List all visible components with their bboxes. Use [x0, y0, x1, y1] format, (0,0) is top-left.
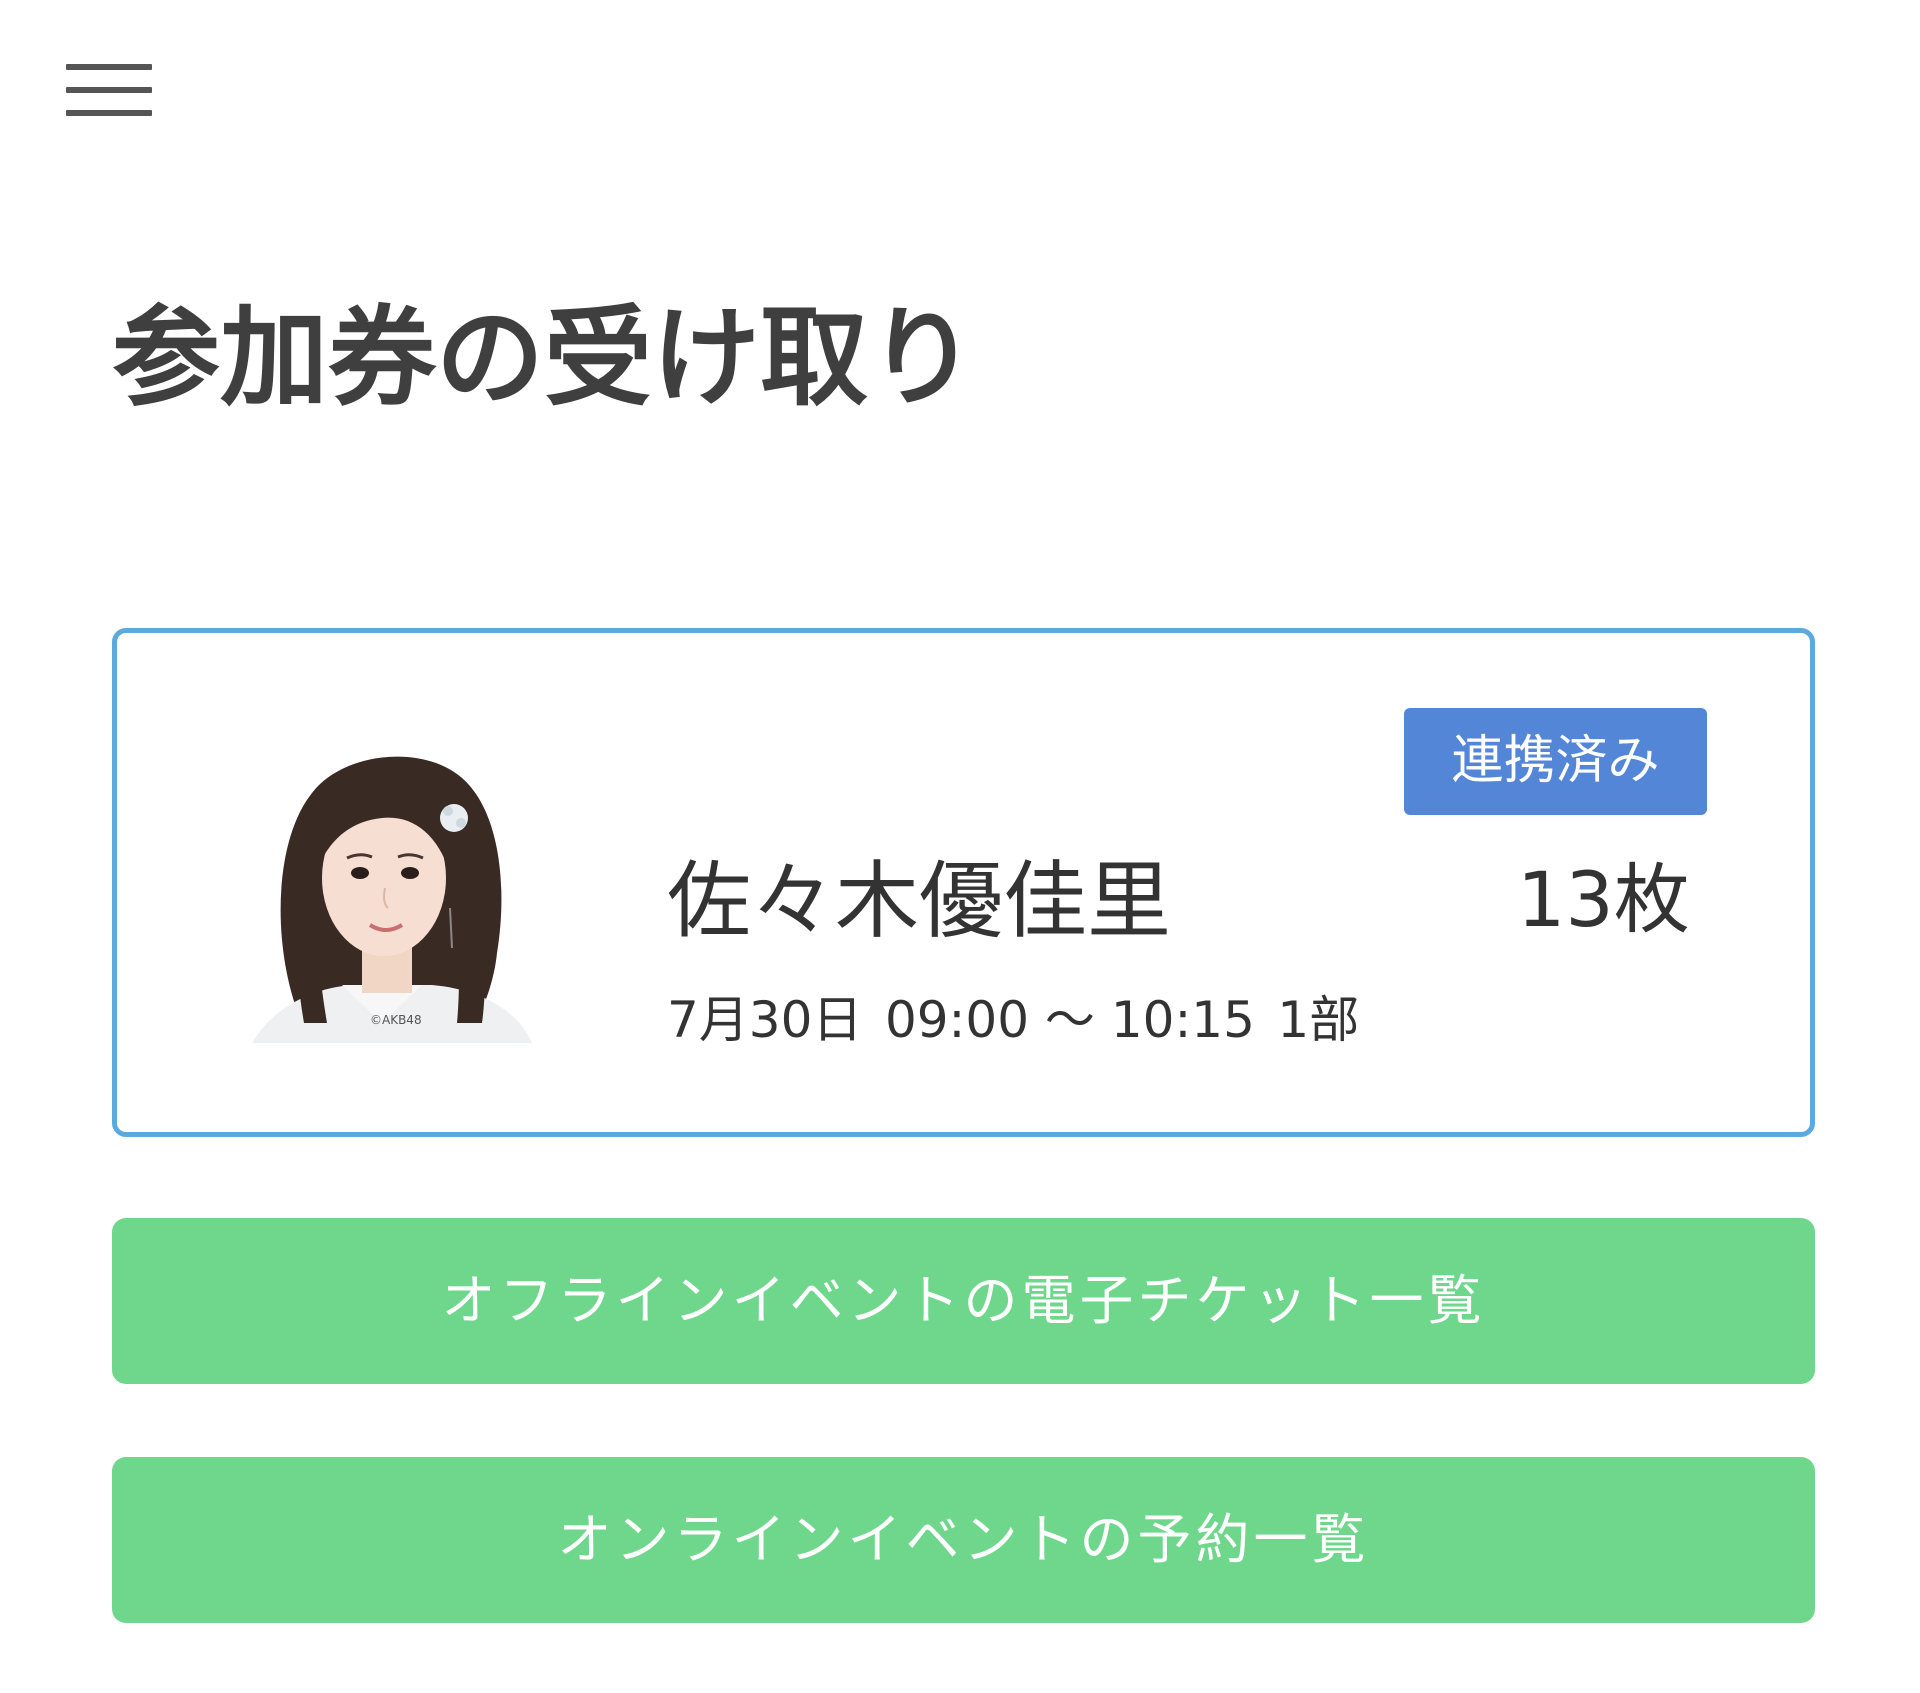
ticket-count: 13枚 [1517, 855, 1690, 944]
event-time-range: 09:00 ～ 10:15 [884, 991, 1255, 1049]
event-date: 7月30日 [667, 991, 863, 1049]
menu-bar [66, 87, 152, 93]
hamburger-menu-icon[interactable] [66, 62, 152, 120]
linked-status-badge: 連携済み [1404, 708, 1707, 815]
member-name: 佐々木優佳里 [667, 852, 1172, 950]
page: 参加券の受け取り ©AKB48 佐々木優佳里 7月30日 09:00 ～ 10:… [0, 0, 1920, 1693]
menu-bar [66, 64, 152, 70]
photo-copyright: ©AKB48 [370, 1013, 422, 1027]
member-photo: ©AKB48 [232, 723, 552, 1043]
menu-bar [66, 110, 152, 116]
event-session: 1部 [1277, 991, 1360, 1049]
offline-event-tickets-button[interactable]: オフラインイベントの電子チケット一覧 [112, 1218, 1815, 1384]
page-title: 参加券の受け取り [112, 296, 977, 421]
online-event-reservations-button[interactable]: オンラインイベントの予約一覧 [112, 1457, 1815, 1623]
member-ticket-card[interactable]: ©AKB48 佐々木優佳里 7月30日 09:00 ～ 10:15 1部 連携済み … [112, 628, 1815, 1137]
event-slot: 7月30日 09:00 ～ 10:15 1部 [667, 990, 1382, 1050]
